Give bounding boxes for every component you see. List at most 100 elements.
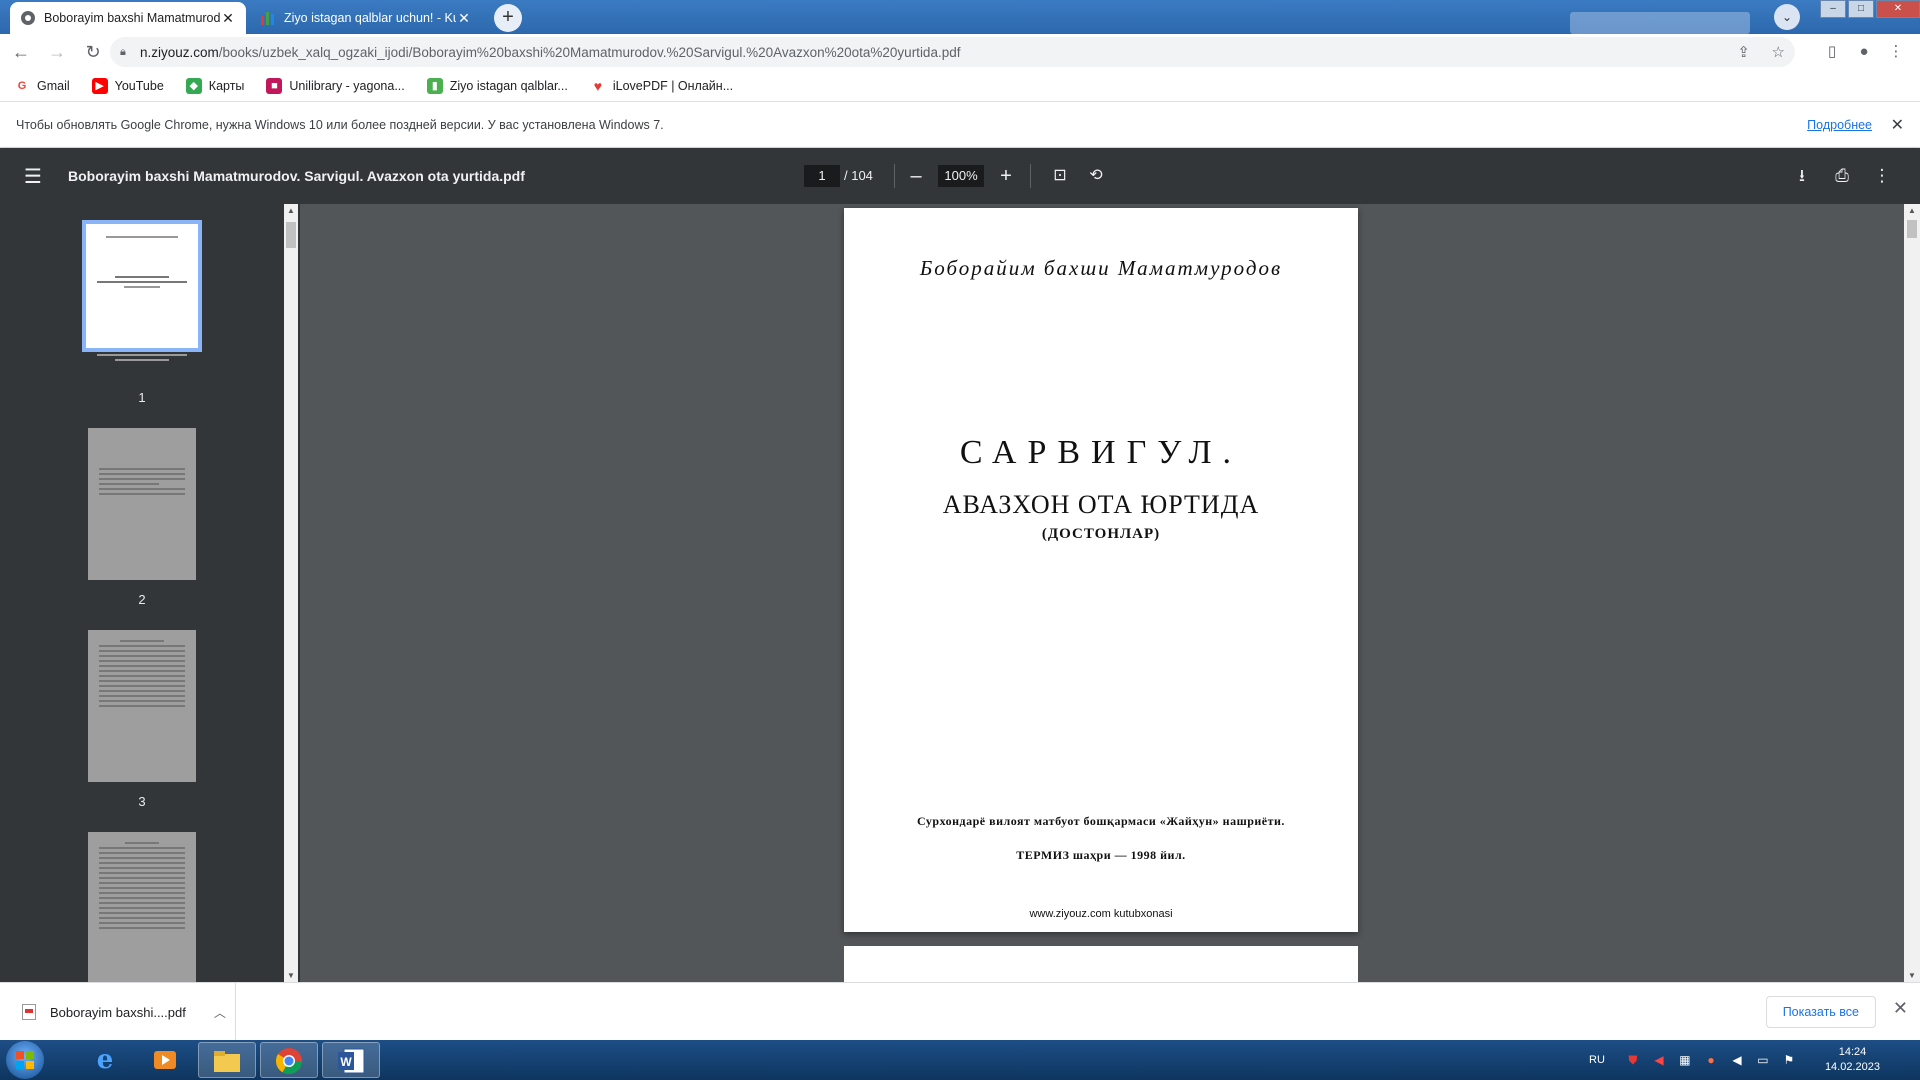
thumbnail-page-1[interactable]	[82, 220, 202, 361]
city-year-line: ТЕРМИЗ шаҳри — 1998 йил.	[1016, 848, 1186, 862]
pdf-file-icon	[22, 1004, 36, 1020]
bookmark-youtube[interactable]: ▶ YouTube	[91, 77, 164, 94]
sidebar-scrollbar[interactable]: ▲ ▼	[284, 204, 298, 982]
new-tab-button[interactable]: +	[494, 4, 522, 32]
rotate-icon[interactable]: ⟲	[1082, 162, 1110, 190]
shield-icon[interactable]: ⛊	[1623, 1053, 1643, 1067]
fit-page-icon[interactable]: ⊡	[1046, 162, 1074, 190]
thumbnail-page-4[interactable]	[88, 832, 196, 982]
tab-active[interactable]: Boborayim baxshi Mamatmurodov ✕	[10, 2, 246, 34]
tab-inactive[interactable]: Ziyo istagan qalblar uchun! - Kutub ✕	[250, 2, 482, 34]
zoom-out-icon[interactable]: –	[902, 162, 930, 190]
bookmark-gmail[interactable]: G Gmail	[14, 77, 70, 94]
zoom-in-icon[interactable]: +	[992, 162, 1020, 190]
scrollbar-thumb[interactable]	[286, 222, 296, 248]
kebab-menu-icon[interactable]: ⋮	[1880, 37, 1912, 67]
bookmark-ziyo[interactable]: ▮ Ziyo istagan qalblar...	[426, 77, 568, 94]
language-indicator[interactable]: RU	[1589, 1054, 1605, 1066]
thumbnail-page-2[interactable]	[88, 428, 196, 580]
book-author: Боборайим бахши Маматмуродов	[919, 256, 1283, 280]
url-text[interactable]: n.ziyouz.com/books/uzbek_xalq_ogzaki_ijo…	[140, 45, 1719, 60]
close-icon[interactable]: ✕	[1891, 115, 1904, 135]
downloads-shelf: Boborayim baxshi....pdf ︿ Показать все ✕	[0, 982, 1920, 1041]
speaker-icon[interactable]: ◀	[1649, 1053, 1669, 1067]
display-icon[interactable]: ▭	[1753, 1053, 1773, 1067]
learn-more-link[interactable]: Подробнее	[1807, 118, 1872, 132]
thumbnail-number: 1	[138, 390, 146, 405]
forward-arrow-icon[interactable]: →	[42, 37, 72, 67]
reload-icon[interactable]: ↻	[78, 37, 108, 67]
bookmark-maps[interactable]: ◆ Карты	[185, 77, 244, 94]
infobar-message: Чтобы обновлять Google Chrome, нужна Win…	[16, 117, 664, 132]
pdf-toolbar: ☰ Boborayim baxshi Mamatmurodov. Sarvigu…	[0, 148, 1920, 204]
update-infobar: Чтобы обновлять Google Chrome, нужна Win…	[0, 102, 1920, 148]
system-tray: RU ⛊ ◀ ▦ ● ◀ ▭ ⚑ 14:24 14.02.2023	[1589, 1040, 1880, 1080]
warning-icon[interactable]: ●	[1701, 1053, 1721, 1067]
page-total: / 104	[844, 168, 873, 183]
tab-title: Boborayim baxshi Mamatmurodov	[44, 11, 220, 25]
heart-icon: ♥	[589, 77, 606, 94]
side-panel-icon[interactable]: ▯	[1816, 37, 1848, 67]
thumbnail-number: 2	[138, 592, 146, 607]
background-window-ghost	[1570, 12, 1750, 34]
clock-time: 14:24	[1838, 1046, 1867, 1058]
thumbnail-page-3[interactable]	[88, 630, 196, 782]
maximize-icon[interactable]: □	[1848, 0, 1874, 18]
chevron-up-icon[interactable]: ︿	[214, 1004, 226, 1021]
book-genre: (ДОСТОНЛАР)	[1041, 526, 1161, 542]
lock-icon: 🔒︎	[120, 45, 126, 58]
profile-icon[interactable]: ●	[1848, 37, 1880, 67]
unilibrary-icon: ■	[266, 77, 283, 94]
back-arrow-icon[interactable]: ←	[6, 37, 36, 67]
star-icon[interactable]: ☆	[1772, 44, 1785, 61]
bars-icon	[260, 10, 276, 26]
divider	[894, 164, 895, 188]
share-icon[interactable]: ⇪	[1737, 44, 1750, 61]
document-title: Boborayim baxshi Mamatmurodov. Sarvigul.…	[68, 168, 525, 184]
media-player-icon[interactable]	[136, 1042, 194, 1078]
maps-icon: ◆	[185, 77, 202, 94]
download-icon[interactable]: ⭳	[1782, 162, 1822, 190]
book-title: САРВИГУЛ.	[959, 434, 1243, 471]
close-icon[interactable]: ✕	[1893, 998, 1908, 1019]
close-icon[interactable]: ✕	[456, 10, 472, 27]
bookmarks-bar: G Gmail ▶ YouTube ◆ Карты ■ Unilibrary -…	[0, 70, 1920, 102]
browser-toolbar: ← → ↻ 🔒︎ n.ziyouz.com/books/uzbek_xalq_o…	[0, 34, 1920, 70]
tab-search-icon[interactable]: ⌄	[1774, 4, 1800, 30]
pdf-page-2	[844, 946, 1358, 982]
publisher-line: Сурхондарё вилоят матбуот бошқармаси «Жа…	[917, 814, 1285, 828]
close-window-icon[interactable]: ✕	[1876, 0, 1920, 18]
bookmark-unilibrary[interactable]: ■ Unilibrary - yagona...	[266, 77, 405, 94]
internet-explorer-icon[interactable]: e	[76, 1042, 134, 1078]
page-number-input[interactable]: 1	[804, 165, 840, 187]
hamburger-menu-icon[interactable]: ☰	[24, 164, 44, 189]
action-center-flag-icon[interactable]: ⚑	[1779, 1053, 1799, 1067]
bars-icon: ▮	[426, 77, 443, 94]
thumbnail-number: 3	[138, 794, 146, 809]
address-bar[interactable]: 🔒︎ n.ziyouz.com/books/uzbek_xalq_ogzaki_…	[110, 37, 1795, 67]
download-item[interactable]: Boborayim baxshi....pdf ︿	[0, 983, 236, 1041]
bookmark-ilovepdf[interactable]: ♥ iLovePDF | Онлайн...	[589, 77, 733, 94]
viewer-scrollbar[interactable]: ▲ ▼	[1904, 204, 1920, 982]
clock-date: 14.02.2023	[1824, 1061, 1880, 1073]
show-all-button[interactable]: Показать все	[1765, 996, 1876, 1028]
thumbnail-sidebar: 1 2 3 ▲ ▼	[0, 204, 300, 982]
website-footer: www.ziyouz.com kutubxonasi	[1029, 908, 1173, 920]
file-explorer-icon[interactable]	[198, 1042, 256, 1078]
scrollbar-thumb[interactable]	[1907, 220, 1917, 238]
clock[interactable]: 14:24 14.02.2023	[1825, 1045, 1880, 1075]
volume-muted-icon[interactable]: ◀	[1727, 1053, 1747, 1067]
youtube-icon: ▶	[91, 77, 108, 94]
close-icon[interactable]: ✕	[220, 10, 236, 27]
more-options-icon[interactable]: ⋮	[1862, 162, 1902, 190]
start-button[interactable]	[6, 1041, 44, 1079]
minimize-icon[interactable]: –	[1820, 0, 1846, 18]
chrome-icon[interactable]	[260, 1042, 318, 1078]
network-icon[interactable]: ▦	[1675, 1053, 1695, 1067]
book-subtitle: АВАЗХОН ОТА ЮРТИДА	[942, 490, 1260, 519]
print-icon[interactable]: ⎙	[1822, 162, 1862, 190]
tab-strip: Boborayim baxshi Mamatmurodov ✕ Ziyo ist…	[0, 0, 1920, 34]
zoom-input[interactable]: 100%	[938, 165, 984, 187]
word-icon[interactable]: W	[322, 1042, 380, 1078]
pdf-viewer[interactable]: Боборайим бахши Маматмуродов САРВИГУЛ. А…	[300, 204, 1920, 982]
